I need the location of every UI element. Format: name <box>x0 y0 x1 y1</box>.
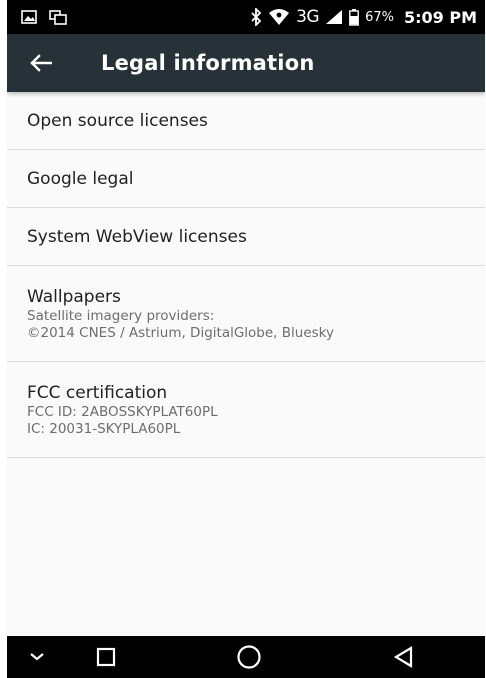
item-subtitle: ©2014 CNES / Astrium, DigitalGlobe, Blue… <box>27 324 334 341</box>
item-title: System WebView licenses <box>27 226 247 247</box>
hide-keyboard-button[interactable] <box>17 636 57 678</box>
navigation-bar <box>7 636 485 678</box>
recents-square-icon <box>96 647 116 667</box>
home-circle-icon <box>236 644 262 670</box>
nav-back-button[interactable] <box>379 636 429 678</box>
system-webview-licenses-item[interactable]: System WebView licenses <box>7 208 485 266</box>
home-button[interactable] <box>224 636 274 678</box>
bluetooth-icon <box>250 8 262 26</box>
status-left-icons <box>21 9 67 25</box>
google-legal-item[interactable]: Google legal <box>7 150 485 208</box>
open-source-licenses-item[interactable]: Open source licenses <box>7 92 485 150</box>
signal-icon <box>325 9 343 25</box>
recents-button[interactable] <box>81 636 131 678</box>
network-type: 3G <box>296 7 320 27</box>
cast-screens-icon <box>49 9 67 25</box>
wallpapers-item[interactable]: Wallpapers Satellite imagery providers: … <box>7 266 485 362</box>
back-button[interactable] <box>13 34 69 92</box>
battery-icon <box>349 8 359 26</box>
battery-percent: 67% <box>365 9 394 25</box>
fcc-certification-item[interactable]: FCC certification FCC ID: 2ABOSSKYPLAT60… <box>7 362 485 458</box>
status-right-icons: 3G 67% 5:09 PM <box>250 7 477 27</box>
item-subtitle: FCC ID: 2ABOSSKYPLAT60PL <box>27 403 218 420</box>
back-triangle-icon <box>393 646 415 668</box>
image-icon <box>21 10 37 24</box>
item-title: Google legal <box>27 168 134 189</box>
app-toolbar: Legal information <box>7 34 485 92</box>
arrow-left-icon <box>30 54 52 72</box>
screen: 3G 67% 5:09 PM Legal information Open so… <box>7 0 485 678</box>
status-bar: 3G 67% 5:09 PM <box>7 0 485 34</box>
item-subtitle: IC: 20031-SKYPLA60PL <box>27 420 181 437</box>
item-subtitle: Satellite imagery providers: <box>27 307 215 324</box>
clock: 5:09 PM <box>403 7 477 27</box>
legal-list: Open source licenses Google legal System… <box>7 92 485 458</box>
wifi-icon <box>268 8 290 26</box>
item-title: Wallpapers <box>27 286 121 307</box>
chevron-down-icon <box>29 652 45 662</box>
item-title: FCC certification <box>27 382 168 403</box>
item-title: Open source licenses <box>27 110 208 131</box>
page-title: Legal information <box>101 51 315 75</box>
